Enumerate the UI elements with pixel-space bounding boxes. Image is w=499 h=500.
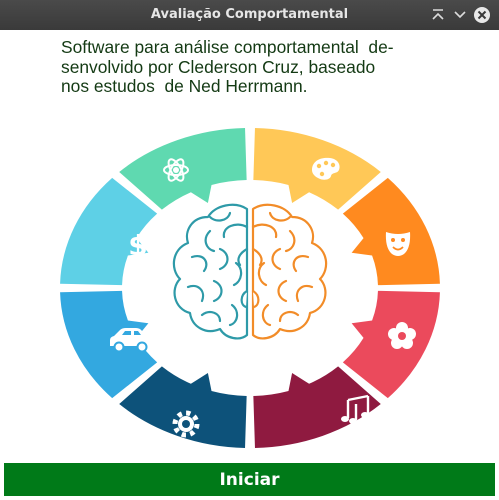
description-text: Software para análise comportamental de-…	[61, 37, 461, 97]
chevron-up-icon[interactable]	[429, 6, 447, 24]
close-icon	[474, 7, 490, 23]
svg-text:$: $	[128, 229, 147, 262]
segment-mask	[342, 177, 440, 286]
window-bottom-border	[0, 496, 499, 500]
brain-icon	[172, 203, 328, 340]
chevron-down-icon[interactable]	[451, 6, 469, 24]
dollar-icon: $	[128, 229, 147, 262]
description-line: Software para análise comportamental de-	[61, 37, 394, 57]
main-content: Software para análise comportamental de-…	[0, 30, 499, 463]
description-line: nos estudos de Ned Herrmann.	[61, 76, 308, 96]
start-button[interactable]: Iniciar	[4, 463, 495, 496]
segment-music	[253, 366, 381, 448]
window-title: Avaliação Comportamental	[150, 7, 349, 22]
description-line: senvolvido por Clederson Cruz, baseado	[61, 56, 376, 77]
title-bar: Avaliação Comportamental	[0, 0, 499, 30]
close-button[interactable]	[473, 6, 491, 24]
brain-wheel-illustration: $	[60, 128, 440, 448]
